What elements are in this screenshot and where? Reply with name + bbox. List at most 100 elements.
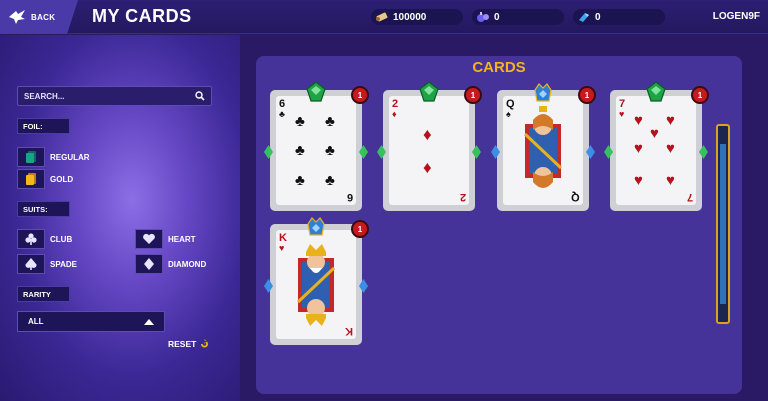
card-rank: 2 (459, 191, 466, 203)
suits-label: SUITS: (17, 201, 70, 217)
regular-foil-checkbox[interactable] (17, 147, 45, 167)
card-rank: Q (571, 191, 580, 203)
king-portrait (296, 244, 336, 326)
diamond-icon (144, 258, 154, 270)
currency-scroll: 100000 (371, 9, 463, 25)
diamond-icon: ♦ (392, 109, 397, 119)
crystal-icon (579, 13, 589, 22)
back-label: BACK (31, 12, 56, 22)
blue-crown-gem-icon (307, 217, 325, 236)
club-icon: ♣ (295, 172, 305, 189)
queen-portrait (523, 106, 563, 188)
rarity-dropdown-value: ALL (28, 317, 44, 326)
card-count-badge: 1 (351, 220, 369, 238)
card-rank: K (345, 325, 353, 337)
blue-side-gem-icon (586, 145, 595, 159)
gold-foil-icon (26, 173, 36, 185)
card-count-badge: 1 (578, 86, 596, 104)
card-2-diamonds[interactable]: 2 2 ♦ ♦ ♦ 1 (377, 81, 482, 211)
spade-icon: ♠ (506, 109, 511, 119)
card-count-badge: 1 (691, 86, 709, 104)
suit-option-diamond[interactable]: DIAMOND (135, 254, 206, 274)
rarity-dropdown[interactable]: ALL (17, 311, 165, 332)
suit-option-label: CLUB (50, 234, 73, 244)
card-face: 6 6 ♣ ♣ ♣ ♣ ♣ ♣ ♣ (276, 96, 356, 205)
card-queen-spades[interactable]: Q Q ♠ 1 (491, 83, 596, 211)
username[interactable]: LOGEN9F (713, 11, 760, 22)
card-rank: 7 (686, 191, 693, 203)
diamond-checkbox[interactable] (135, 254, 163, 274)
top-bar: BACK MY CARDS 100000 0 0 LOGEN9F (0, 0, 768, 34)
reset-button[interactable]: RESET (168, 339, 210, 349)
green-side-gem-icon (377, 145, 386, 159)
diamond-icon: ♦ (423, 125, 432, 144)
heart-icon: ♥ (279, 243, 285, 253)
spade-checkbox[interactable] (17, 254, 45, 274)
foil-option-regular[interactable]: REGULAR (17, 147, 90, 167)
card-face: 2 2 ♦ ♦ ♦ (389, 96, 469, 205)
gold-foil-checkbox[interactable] (17, 169, 45, 189)
club-icon: ♣ (295, 113, 305, 130)
green-side-gem-icon (359, 145, 368, 159)
heart-icon: ♥ (619, 109, 625, 119)
heart-icon: ♥ (634, 112, 643, 129)
green-gem-icon (306, 81, 326, 102)
suit-option-label: SPADE (50, 259, 77, 269)
search-input[interactable] (24, 91, 195, 101)
filter-sidebar: FOIL: REGULAR GOLD SUITS: CLUB (0, 35, 240, 401)
club-icon (25, 233, 37, 245)
currency-crystal-value: 0 (595, 11, 601, 23)
potion-icon (477, 12, 489, 22)
search-box (17, 86, 212, 106)
heart-checkbox[interactable] (135, 229, 163, 249)
club-checkbox[interactable] (17, 229, 45, 249)
back-button[interactable]: BACK (0, 0, 78, 34)
suit-option-club[interactable]: CLUB (17, 229, 72, 249)
card-king-hearts[interactable]: K K ♥ 1 (264, 217, 369, 345)
foil-option-label: GOLD (50, 174, 74, 184)
heart-icon (143, 233, 155, 244)
club-icon: ♣ (325, 113, 335, 130)
foil-option-gold[interactable]: GOLD (17, 169, 73, 189)
club-icon: ♣ (325, 172, 335, 189)
suit-option-spade[interactable]: SPADE (17, 254, 77, 274)
heart-icon: ♥ (666, 140, 675, 157)
suit-option-label: DIAMOND (168, 259, 207, 269)
heart-icon: ♥ (634, 140, 643, 157)
spade-icon (25, 258, 37, 270)
diamond-icon: ♦ (423, 158, 432, 177)
card-face: 7 7 ♥ ♥ ♥ ♥ ♥ ♥ ♥ ♥ (616, 96, 696, 205)
regular-foil-icon (26, 151, 36, 163)
foil-label: FOIL: (17, 118, 70, 134)
page-title: MY CARDS (92, 6, 192, 26)
foil-option-label: REGULAR (50, 152, 90, 162)
suit-option-heart[interactable]: HEART (135, 229, 196, 249)
card-count-badge: 1 (351, 86, 369, 104)
heart-icon: ♥ (634, 172, 643, 189)
green-gem-icon (646, 81, 666, 102)
suit-option-label: HEART (168, 234, 196, 244)
green-side-gem-icon (604, 145, 613, 159)
search-icon[interactable] (195, 91, 205, 101)
heart-icon: ♥ (666, 112, 675, 129)
club-icon: ♣ (325, 142, 335, 159)
blue-side-gem-icon (359, 279, 368, 293)
heart-icon: ♥ (666, 172, 675, 189)
card-7-hearts[interactable]: 7 7 ♥ ♥ ♥ ♥ ♥ ♥ ♥ ♥ 1 (604, 81, 709, 211)
blue-crown-gem-icon (534, 83, 552, 102)
currency-potion: 0 (472, 9, 564, 25)
heart-icon: ♥ (650, 125, 659, 142)
card-6-clubs[interactable]: 6 6 ♣ ♣ ♣ ♣ ♣ ♣ ♣ 1 (264, 81, 369, 211)
club-icon: ♣ (279, 109, 285, 119)
cards-scrollbar[interactable] (716, 124, 730, 324)
currency-scroll-value: 100000 (393, 11, 427, 23)
rarity-label: RARITY (17, 286, 70, 302)
reset-label: RESET (168, 339, 197, 349)
green-side-gem-icon (699, 145, 708, 159)
blue-side-gem-icon (264, 279, 273, 293)
currency-potion-value: 0 (494, 11, 500, 23)
scrollbar-thumb[interactable] (720, 144, 726, 304)
card-rank: 6 (346, 191, 353, 203)
scroll-icon (376, 12, 388, 22)
panel-title: CARDS (472, 59, 526, 76)
